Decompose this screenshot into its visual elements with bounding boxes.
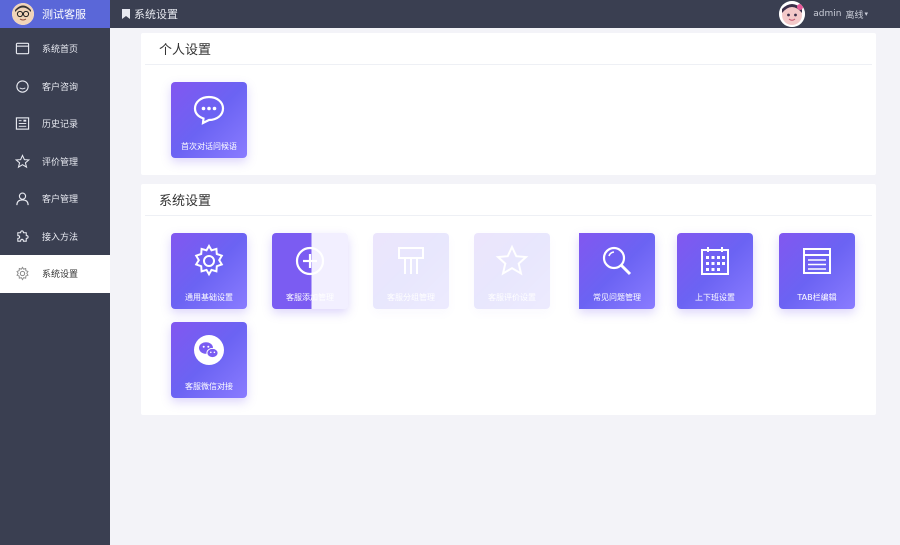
gear-icon bbox=[14, 266, 30, 282]
tile-label: TAB栏编辑 bbox=[797, 293, 837, 302]
tile-general-settings[interactable]: 通用基础设置 bbox=[171, 233, 247, 309]
document-list-icon bbox=[14, 116, 30, 132]
columns-icon bbox=[373, 243, 449, 279]
sidebar-item-settings[interactable]: 系统设置 bbox=[0, 255, 110, 293]
tile-agent-add[interactable]: 客服添加管理 bbox=[272, 233, 348, 309]
tile-label: 客服分组管理 bbox=[387, 293, 435, 302]
user-menu[interactable]: admin 离线 ▾ bbox=[779, 1, 868, 27]
sidebar-item-history[interactable]: 历史记录 bbox=[0, 105, 110, 143]
tile-work-hours[interactable]: 上下班设置 bbox=[677, 233, 753, 309]
tile-agent-rating[interactable]: 客服评价设置 bbox=[474, 233, 550, 309]
bookmark-icon bbox=[122, 9, 130, 19]
gear-icon bbox=[171, 243, 247, 279]
wechat-icon bbox=[171, 332, 247, 368]
sidebar-item-label: 客户咨询 bbox=[42, 82, 79, 93]
star-icon bbox=[14, 153, 30, 169]
topbar: 系统设置 admin 离线 ▾ bbox=[110, 0, 900, 28]
tile-label: 客服微信对接 bbox=[185, 382, 233, 391]
system-settings-panel: 系统设置 通用基础设置 客服添加管理 客服分组管理 客服评价设置 常见问题管理 bbox=[141, 184, 876, 415]
tile-agent-groups[interactable]: 客服分组管理 bbox=[373, 233, 449, 309]
magnifier-icon bbox=[579, 243, 655, 279]
tile-label: 客服添加管理 bbox=[286, 293, 334, 302]
user-icon bbox=[14, 191, 30, 207]
browser-window-icon bbox=[779, 243, 855, 279]
tile-label: 上下班设置 bbox=[695, 293, 735, 302]
sidebar-item-label: 客户管理 bbox=[42, 195, 79, 206]
tile-faq[interactable]: 常见问题管理 bbox=[579, 233, 655, 309]
calendar-icon bbox=[677, 243, 753, 279]
sidebar-item-customers[interactable]: 客户管理 bbox=[0, 180, 110, 218]
brand-title: 测试客服 bbox=[42, 8, 86, 21]
sidebar-item-home[interactable]: 系统首页 bbox=[0, 30, 110, 68]
puzzle-icon bbox=[14, 228, 30, 244]
sidebar-item-label: 历史记录 bbox=[42, 120, 79, 131]
window-icon bbox=[14, 41, 30, 57]
star-icon bbox=[474, 243, 550, 279]
breadcrumb-current: 系统设置 bbox=[134, 8, 178, 21]
tile-greeting[interactable]: 首次对话问候语 bbox=[171, 82, 247, 158]
caret-down-icon: ▾ bbox=[864, 10, 868, 18]
section-title: 个人设置 bbox=[145, 33, 872, 65]
sidebar-item-rating[interactable]: 评价管理 bbox=[0, 143, 110, 181]
sidebar-item-label: 系统设置 bbox=[42, 270, 79, 281]
avatar[interactable] bbox=[779, 1, 806, 27]
user-name: admin bbox=[813, 9, 842, 19]
glasses-man-avatar-icon bbox=[12, 3, 34, 25]
breadcrumb: 系统设置 bbox=[110, 6, 178, 22]
sidebar-nav: 系统首页 客户咨询 历史记录 评价管理 客户管理 接入方法 系统设置 bbox=[0, 30, 110, 293]
chat-circle-icon bbox=[14, 78, 30, 94]
brand[interactable]: 测试客服 bbox=[0, 0, 110, 28]
sidebar-item-access[interactable]: 接入方法 bbox=[0, 218, 110, 256]
section-title: 系统设置 bbox=[145, 184, 872, 216]
sidebar-item-consult[interactable]: 客户咨询 bbox=[0, 68, 110, 106]
tile-label: 客服评价设置 bbox=[488, 293, 536, 302]
tile-label: 常见问题管理 bbox=[593, 293, 641, 302]
sidebar-item-label: 评价管理 bbox=[42, 157, 79, 168]
tile-tab-edit[interactable]: TAB栏编辑 bbox=[779, 233, 855, 309]
sidebar-item-label: 接入方法 bbox=[42, 232, 79, 243]
personal-settings-panel: 个人设置 首次对话问候语 bbox=[141, 33, 876, 175]
tile-label: 首次对话问候语 bbox=[181, 142, 237, 151]
plus-circle-icon bbox=[272, 243, 348, 279]
sidebar-item-label: 系统首页 bbox=[42, 45, 79, 56]
chat-bubble-icon bbox=[171, 92, 247, 128]
tile-label: 通用基础设置 bbox=[185, 293, 233, 302]
user-status: 离线 bbox=[845, 10, 864, 21]
tile-wechat[interactable]: 客服微信对接 bbox=[171, 322, 247, 398]
sidebar: 测试客服 系统首页 客户咨询 历史记录 评价管理 客户管理 接入方法 系统设置 bbox=[0, 0, 110, 545]
